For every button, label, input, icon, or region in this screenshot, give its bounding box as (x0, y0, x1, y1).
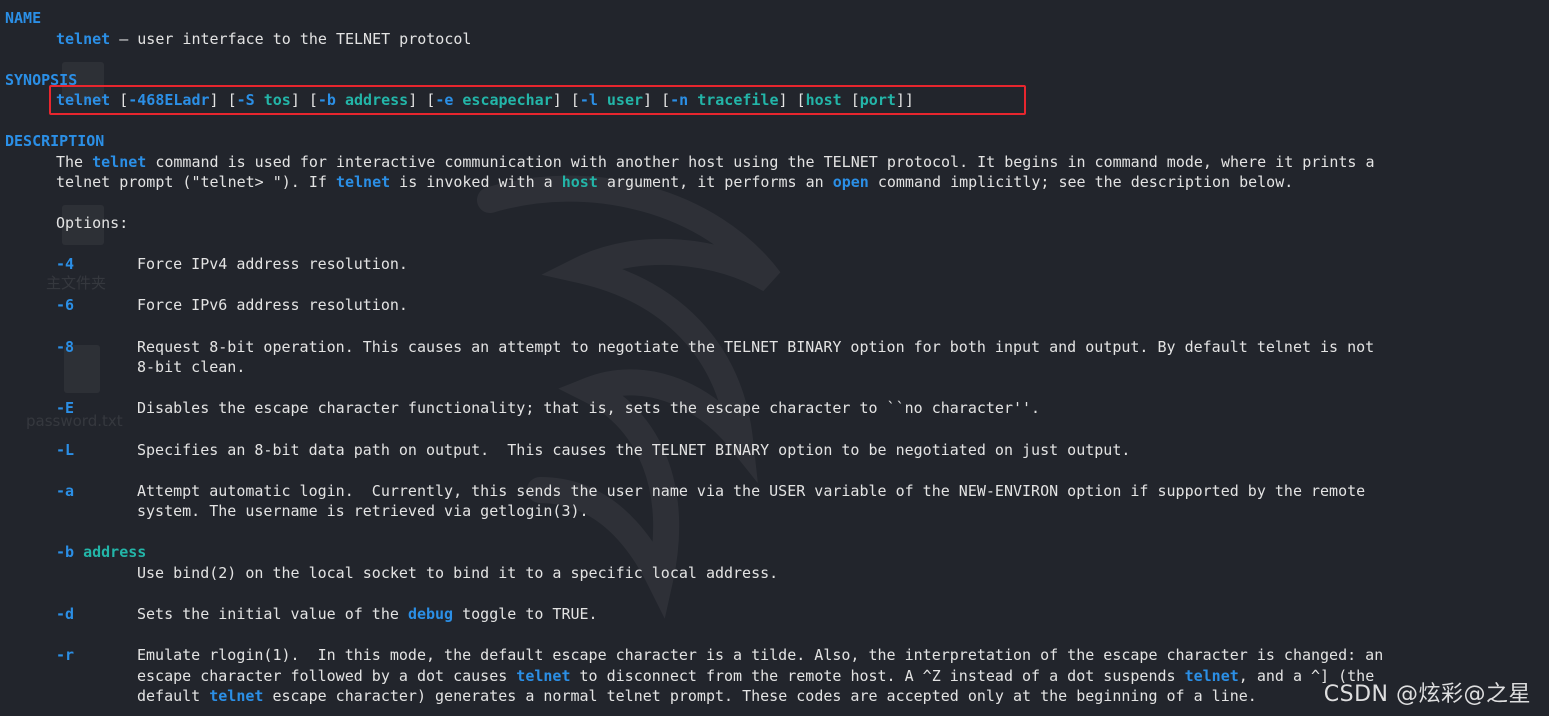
option-text: Force IPv4 address resolution. (137, 255, 408, 273)
option-text-part: to disconnect from the remote host. A ^Z… (570, 667, 1185, 685)
option-flag: -d (56, 605, 75, 623)
option-text: Specifies an 8-bit data path on output. … (137, 441, 1131, 459)
option-text-part: escape character followed by a dot cause… (137, 667, 517, 685)
option-debug: debug (407, 605, 454, 623)
option-flag: -b (56, 543, 75, 561)
option-telnet: telnet (209, 687, 264, 705)
description-line-1: The telnet command is used for interacti… (56, 152, 1375, 172)
option-text: Use bind(2) on the local socket to bind … (137, 564, 779, 582)
option-flag: -L (56, 441, 75, 459)
option-flag: -a (56, 482, 75, 500)
desc-open: open (832, 173, 869, 191)
option-flag: -6 (56, 296, 75, 314)
option-text: Attempt automatic login. Currently, this… (137, 482, 1366, 500)
option-text: Request 8-bit operation. This causes an … (137, 338, 1375, 356)
option-text-continued: system. The username is retrieved via ge… (137, 502, 589, 520)
desc-telnet: telnet (335, 173, 391, 191)
option-flag: -r (56, 646, 75, 664)
option-flag-with-arg: -b address (56, 542, 146, 562)
option-telnet: telnet (1184, 667, 1239, 685)
synopsis-highlight-box (49, 85, 1026, 115)
name-description: — user interface to the TELNET protocol (110, 30, 472, 48)
desktop-folder-label: 主文件夹 (46, 274, 107, 292)
desc-text: argument, it performs an (597, 173, 833, 191)
desc-host: host (561, 173, 598, 191)
option-flag: -8 (56, 338, 75, 356)
desc-text: is invoked with a (390, 173, 562, 191)
desc-text: command is used for interactive communic… (146, 153, 1375, 171)
option-text: Sets the initial value of the debug togg… (137, 604, 598, 624)
option-telnet: telnet (516, 667, 571, 685)
option-text-part: toggle to TRUE. (453, 605, 598, 623)
desc-text: telnet prompt ("telnet> "). If (56, 173, 336, 191)
option-text: Emulate rlogin(1). In this mode, the def… (137, 646, 1384, 664)
terminal-window: 主文件夹 password.txt NAME telnet — user int… (0, 0, 1549, 716)
option-text: Disables the escape character functional… (137, 399, 1041, 417)
option-text-part: default (137, 687, 210, 705)
option-text-continued: escape character followed by a dot cause… (137, 666, 1374, 686)
options-label: Options: (56, 214, 129, 232)
section-heading-name: NAME (5, 9, 42, 27)
option-text-part: Sets the initial value of the (137, 605, 408, 623)
option-flag: -4 (56, 255, 75, 273)
description-line-2: telnet prompt ("telnet> "). If telnet is… (56, 172, 1293, 192)
desc-text: command implicitly; see the description … (868, 173, 1294, 191)
desc-telnet: telnet (92, 153, 147, 171)
option-text-part: escape character) generates a normal tel… (263, 687, 1257, 705)
section-heading-description: DESCRIPTION (5, 132, 105, 150)
desc-text: The (56, 153, 93, 171)
option-arg: address (83, 543, 147, 561)
desktop-file-label: password.txt (26, 412, 123, 430)
command-name: telnet (56, 30, 111, 48)
option-flag: -E (56, 399, 75, 417)
option-text-continued: default telnet escape character) generat… (137, 686, 1257, 706)
option-text-continued: 8-bit clean. (137, 358, 246, 376)
option-text: Force IPv6 address resolution. (137, 296, 408, 314)
csdn-watermark: CSDN @炫彩@之星 (1323, 682, 1531, 707)
name-line: telnet — user interface to the TELNET pr… (56, 29, 471, 49)
